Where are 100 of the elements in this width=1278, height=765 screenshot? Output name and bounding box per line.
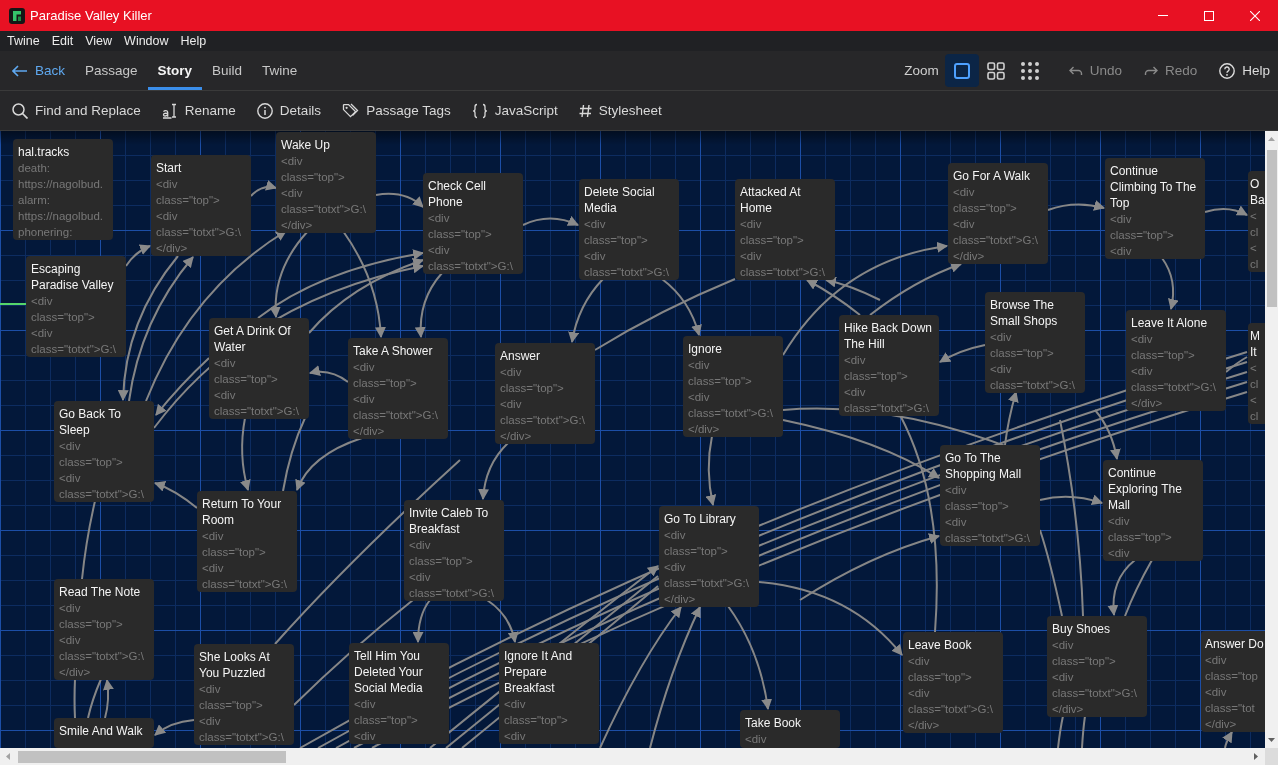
passage-card[interactable]: Continue Climbing To The Top <div class="top"> <div <box>1105 158 1205 259</box>
find-and-replace-button[interactable]: Find and Replace <box>12 95 141 126</box>
app-icon <box>9 7 25 24</box>
passage-excerpt: <div class="top"> <div <box>1108 514 1173 561</box>
minimize-icon <box>1158 15 1168 16</box>
passage-title: Browse The Small Shops <box>990 297 1059 329</box>
passage-card[interactable]: Ignore It And Prepare Breakfast <div class="top"> <div <box>499 643 599 744</box>
zoom-level-button[interactable] <box>944 54 979 87</box>
stylesheet-button[interactable]: Stylesheet <box>578 95 662 126</box>
passage-card[interactable]: Continue Exploring The Mall <div class="top"> <div <box>1103 460 1203 561</box>
passage-title: Take Book <box>745 715 803 731</box>
passage-card[interactable]: Leave Book <div class="top"> <div class="totxt">G:\ </div> <box>903 632 1003 733</box>
passage-card[interactable]: Tell Him You Deleted Your Social Media <div class="top"> <div <box>349 643 449 744</box>
passage-excerpt: <div class="top"> <div class="totxt">G:\ </div> <box>1131 332 1217 411</box>
passage-excerpt: <div class="top"> <div <box>504 697 569 744</box>
passage-excerpt: <div class="top"> <div <box>1110 212 1175 259</box>
passage-card[interactable]: Buy Shoes <div class="top"> <div class="totxt">G:\ </div> <box>1047 616 1147 717</box>
back-button[interactable]: Back <box>2 51 75 90</box>
passage-card[interactable]: Escaping Paradise Valley <div class="top"> <div class="totxt">G:\ <box>26 256 126 357</box>
tab[interactable]: Build <box>202 51 253 90</box>
scrollbar-thumb[interactable] <box>1266 150 1277 307</box>
link-arrow <box>1222 731 1233 748</box>
link-arrow <box>153 481 198 509</box>
passage-title: Hike Back Down The Hill <box>844 320 934 352</box>
passage-card[interactable]: Start <div class="top"> <div class="totxt">G:\ </div> <box>151 155 251 256</box>
passage-excerpt: < cl < cl <box>1250 361 1260 424</box>
passage-card[interactable]: Answer <div class="top"> <div class="totxt">G:\ </div> <box>495 343 595 444</box>
link-arrow <box>1004 390 1019 446</box>
passage-title: Attacked At Home <box>740 184 802 216</box>
braces-icon <box>471 102 488 119</box>
passage-card[interactable]: Return To Your Room <div class="top"> <div class="totxt">G:\ <box>197 491 297 592</box>
passage-title: Check Cell Phone <box>428 178 488 210</box>
passage-title: M It <box>1250 328 1261 360</box>
arrow-left-icon <box>12 64 27 77</box>
zoom-label: Zoom <box>904 63 939 78</box>
left-triangle-icon[interactable] <box>6 753 10 760</box>
menu-item[interactable]: Twine <box>1 31 46 51</box>
menu-item[interactable]: View <box>79 31 119 51</box>
passage-card[interactable]: Get A Drink Of Water <div class="top"> <div class="totxt">G:\ <box>209 318 309 419</box>
right-triangle-icon[interactable] <box>1254 753 1258 760</box>
scrollbar-thumb[interactable] <box>18 750 286 763</box>
passage-card[interactable]: Ignore <div class="top"> <div class="totxt">G:\ </div> <box>683 336 783 437</box>
passage-title: Go To The Shopping Mall <box>945 450 1023 482</box>
passage-card[interactable]: Invite Caleb To Breakfast <div class="top"> <div class="totxt">G:\ <box>404 500 504 601</box>
down-triangle-icon[interactable] <box>1268 738 1275 742</box>
rename-button[interactable]: Rename <box>161 95 236 126</box>
passage-card[interactable]: Answer Do <div class="top <div class="tot </div> <box>1201 631 1265 732</box>
help-button[interactable]: Help <box>1219 55 1270 86</box>
passage-card[interactable]: Go For A Walk <div class="top"> <div class="totxt">G:\ </div> <box>948 163 1048 264</box>
up-triangle-icon[interactable] <box>1268 137 1275 141</box>
passage-card[interactable]: Browse The Small Shops <div class="top"> <div class="totxt">G:\ <box>985 292 1085 393</box>
passage-title: hal.tracks <box>18 144 71 160</box>
tag-icon <box>342 102 360 119</box>
link-arrow <box>568 278 604 344</box>
menu-item[interactable]: Edit <box>45 31 80 51</box>
passage-card[interactable]: Take Book <div <box>740 710 840 748</box>
passage-card[interactable]: Wake Up <div class="top"> <div class="totxt">G:\ </div> <box>276 132 376 233</box>
link-arrow <box>295 437 363 491</box>
details-button[interactable]: Details <box>256 95 322 126</box>
tab[interactable]: Twine <box>252 51 308 90</box>
passage-card[interactable]: Check Cell Phone <div class="top"> <div class="totxt">G:\ <box>423 173 523 274</box>
passage-excerpt: death: https://nagolbud. alarm: https://nagolbud. phonering: <box>18 161 105 240</box>
passage-excerpt: <div class="top"> <div class="totxt">G:\ <box>31 294 117 357</box>
passage-excerpt: <div class="top"> <div class="totxt">G:\ <box>59 439 145 502</box>
passage-title: Take A Shower <box>353 343 434 359</box>
passage-title: Ignore It And Prepare Breakfast <box>504 648 574 696</box>
passage-card[interactable]: She Looks At You Puzzled <div class="top"> <div class="totxt">G:\ <box>194 644 294 745</box>
passage-card[interactable]: hal.tracks death: https://nagolbud. alarm: https://nagolbud. phonering: <box>13 139 113 240</box>
passage-card[interactable]: Delete Social Media <div class="top"> <div class="totxt">G:\ <box>579 179 679 280</box>
passage-title: Ignore <box>688 341 724 357</box>
hash-icon <box>578 103 592 118</box>
passage-card[interactable]: Go Back To Sleep <div class="top"> <div class="totxt">G:\ <box>54 401 154 502</box>
passage-title: Continue Climbing To The Top <box>1110 163 1198 211</box>
vertical-scrollbar[interactable] <box>1265 131 1278 748</box>
passage-card[interactable]: Attacked At Home <div class="top"> <div class="totxt">G:\ <box>735 179 835 280</box>
link-arrow <box>1161 257 1179 311</box>
passage-title: Go To Library <box>664 511 737 527</box>
passage-card[interactable]: Hike Back Down The Hill <div class="top"> <div class="totxt">G:\ <box>839 315 939 416</box>
passage-tags-button[interactable]: Passage Tags <box>342 95 451 126</box>
passage-card[interactable]: Smile And Walk <box>54 718 154 748</box>
menu-item[interactable]: Window <box>118 31 175 51</box>
horizontal-scrollbar[interactable] <box>0 748 1265 765</box>
javascript-button[interactable]: JavaScript <box>471 95 558 126</box>
passage-excerpt: <div class="top"> <div class="totxt">G:\ </div> <box>664 528 750 607</box>
dots-grid-icon <box>1020 61 1039 80</box>
passage-card[interactable]: Go To Library <div class="top"> <div class="totxt">G:\ </div> <box>659 506 759 607</box>
passage-card[interactable]: Take A Shower <div class="top"> <div class="totxt">G:\ </div> <box>348 338 448 439</box>
search-icon <box>12 102 28 119</box>
tab[interactable]: Passage <box>75 51 148 90</box>
passage-title: Delete Social Media <box>584 184 656 216</box>
passage-excerpt: <div class="top"> <div class="totxt">G:\ </div> <box>1052 638 1138 717</box>
passage-title: Get A Drink Of Water <box>214 323 292 355</box>
passage-card[interactable]: Go To The Shopping Mall <div class="top"> <div class="totxt">G:\ <box>940 445 1040 546</box>
scrollbar-corner <box>1265 748 1278 765</box>
passage-card[interactable]: O Ba < cl < cl <box>1248 171 1265 272</box>
passage-card[interactable]: Leave It Alone <div class="top"> <div class="totxt">G:\ </div> <box>1126 310 1226 411</box>
passage-card[interactable]: Read The Note <div class="top"> <div class="totxt">G:\ </div> <box>54 579 154 680</box>
menu-item[interactable]: Help <box>174 31 213 51</box>
link-arrow <box>1107 559 1136 617</box>
passage-card[interactable]: M It < cl < cl <box>1248 323 1265 424</box>
